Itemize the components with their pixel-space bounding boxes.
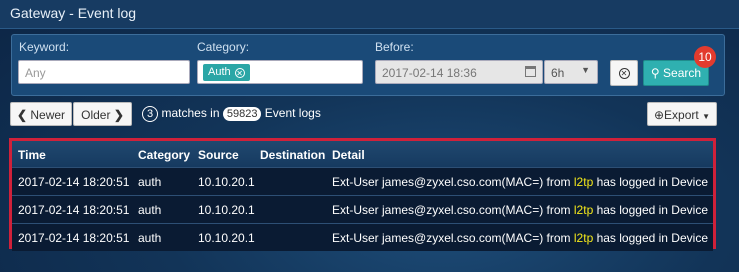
clear-circle-icon: ✕	[618, 68, 630, 79]
match-summary: 3 matches in 59823 Event logs	[142, 106, 321, 122]
download-icon: ⊕	[653, 108, 665, 122]
filter-panel: Keyword: Any Category: Auth ✕ Before: 201…	[11, 34, 725, 96]
older-label: Older	[81, 108, 111, 122]
event-logs-text: Event logs	[264, 106, 321, 120]
newer-button[interactable]: ❮ Newer	[10, 102, 72, 126]
category-label: Category:	[197, 40, 250, 54]
clear-filter-button[interactable]: ✕	[610, 60, 638, 86]
older-button[interactable]: Older ❯	[73, 102, 132, 126]
time-range-value: 6h	[551, 66, 565, 80]
newer-label: Newer	[30, 108, 66, 122]
title-bar: Gateway - Event log	[0, 0, 739, 29]
detail-text: Ext-User james@zyxel.cso.com(MAC=) from	[332, 203, 574, 217]
cell-category: auth	[138, 231, 162, 245]
cell-source: 10.10.20.1	[198, 231, 255, 245]
before-date-value: 2017-02-14 18:36	[382, 66, 477, 80]
calendar-icon[interactable]	[525, 66, 536, 77]
cell-time: 2017-02-14 18:20:51	[18, 203, 130, 217]
time-range-select[interactable]: 6h ▼	[544, 60, 598, 84]
search-icon: ⚲	[650, 66, 660, 80]
cell-detail: Ext-User james@zyxel.cso.com(MAC=) from …	[332, 203, 708, 217]
export-button[interactable]: ⊕Export ▼	[647, 102, 717, 126]
table-row[interactable]: 2017-02-14 18:20:51 auth 10.10.20.1 Ext-…	[12, 195, 713, 223]
detail-highlight: l2tp	[573, 203, 594, 217]
column-header-category[interactable]: Category	[138, 148, 190, 162]
column-header-destination[interactable]: Destination	[260, 148, 325, 162]
cell-category: auth	[138, 175, 162, 189]
detail-text: Ext-User james@zyxel.cso.com(MAC=) from	[332, 175, 574, 189]
keyword-input[interactable]: Any	[18, 60, 190, 84]
caret-down-icon: ▼	[702, 112, 710, 121]
before-label: Before:	[375, 40, 414, 54]
cell-source: 10.10.20.1	[198, 203, 255, 217]
cell-source: 10.10.20.1	[198, 175, 255, 189]
match-count: 3	[142, 106, 159, 122]
category-tag[interactable]: Auth ✕	[203, 64, 250, 81]
category-select[interactable]: Auth ✕	[197, 60, 363, 84]
detail-text: Ext-User james@zyxel.cso.com(MAC=) from	[332, 231, 574, 245]
chevron-down-icon: ▼	[581, 65, 590, 75]
before-date-input[interactable]: 2017-02-14 18:36	[375, 60, 543, 84]
search-count-badge: 10	[694, 46, 716, 68]
event-log-table: Time Category Source Destination Detail …	[9, 138, 716, 251]
keyword-label: Keyword:	[19, 40, 70, 54]
cell-category: auth	[138, 203, 162, 217]
search-button-label: Search	[663, 66, 702, 80]
table-header: Time Category Source Destination Detail	[12, 141, 713, 167]
chevron-left-icon: ❮	[16, 108, 28, 122]
chevron-right-icon: ❯	[113, 108, 124, 122]
export-label: Export	[664, 108, 699, 122]
table-row[interactable]: 2017-02-14 18:20:51 auth 10.10.20.1 Ext-…	[12, 167, 713, 195]
window-title: Gateway - Event log	[10, 5, 137, 21]
remove-tag-icon[interactable]: ✕	[234, 68, 245, 78]
column-header-detail[interactable]: Detail	[332, 148, 365, 162]
detail-text-end: has logged in Device	[593, 203, 708, 217]
detail-text-end: has logged in Device	[593, 231, 708, 245]
detail-highlight: l2tp	[573, 231, 594, 245]
total-count: 59823	[222, 107, 262, 121]
cell-time: 2017-02-14 18:20:51	[18, 231, 130, 245]
category-tag-label: Auth	[208, 66, 231, 78]
column-header-source[interactable]: Source	[198, 148, 239, 162]
cell-time: 2017-02-14 18:20:51	[18, 175, 130, 189]
column-header-time[interactable]: Time	[18, 148, 46, 162]
table-row[interactable]: 2017-02-14 18:20:51 auth 10.10.20.1 Ext-…	[12, 223, 713, 251]
detail-highlight: l2tp	[573, 175, 594, 189]
detail-text-end: has logged in Device	[593, 175, 708, 189]
matches-in-text: matches in	[161, 106, 220, 120]
cell-detail: Ext-User james@zyxel.cso.com(MAC=) from …	[332, 175, 708, 189]
cell-detail: Ext-User james@zyxel.cso.com(MAC=) from …	[332, 231, 708, 245]
